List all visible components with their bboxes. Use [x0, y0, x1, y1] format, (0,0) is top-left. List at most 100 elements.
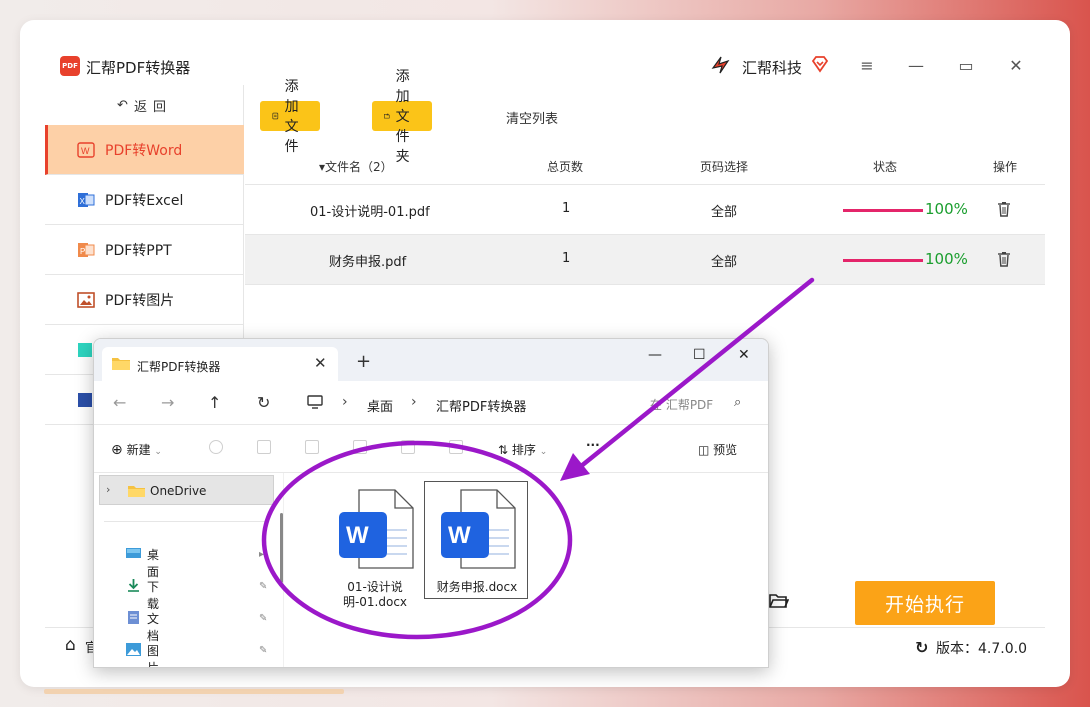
nav-scrollbar[interactable] — [280, 513, 283, 583]
explorer-tab[interactable]: 汇帮PDF转换器 ✕ — [102, 347, 338, 381]
nav-item-onedrive[interactable]: › OneDrive — [99, 475, 274, 505]
svg-text:W: W — [448, 522, 471, 549]
vip-diamond-icon[interactable] — [811, 55, 829, 73]
new-tab-icon[interactable]: + — [356, 351, 371, 372]
clear-list-button[interactable]: 清空列表 — [506, 108, 558, 127]
trash-icon[interactable] — [997, 251, 1011, 267]
copy-icon[interactable] — [257, 440, 271, 454]
breadcrumb-folder[interactable]: 汇帮PDF转换器 — [436, 396, 526, 415]
delete-icon[interactable] — [449, 440, 463, 454]
maximize-icon[interactable]: ▭ — [955, 55, 977, 77]
file-name: 财务申报.docx — [436, 580, 518, 594]
brand-logo-icon — [711, 56, 730, 74]
tab-close-icon[interactable]: ✕ — [314, 354, 327, 372]
start-button[interactable]: 开始执行 — [855, 581, 995, 625]
share-icon[interactable] — [401, 440, 415, 454]
rename-icon[interactable] — [353, 440, 367, 454]
add-file-icon — [272, 112, 279, 120]
folder-icon — [128, 486, 145, 497]
excel-icon: X — [78, 192, 95, 207]
refresh-icon[interactable]: ↻ — [915, 638, 928, 657]
nav-label: OneDrive — [150, 484, 207, 498]
word-document-icon: W — [441, 489, 516, 569]
document-icon — [128, 611, 139, 624]
file-item[interactable]: W 01-设计说明-01.docx — [323, 482, 427, 609]
table-row[interactable]: 01-设计说明-01.pdf 1 全部 100% — [245, 185, 1045, 235]
file-item-selected[interactable]: W 财务申报.docx — [424, 481, 528, 599]
folder-icon — [112, 358, 130, 370]
progress-percent: 100% — [925, 250, 968, 268]
close-icon[interactable]: ✕ — [738, 347, 750, 363]
sidebar-item-pdf-to-ppt[interactable]: P PDF转PPT — [45, 225, 244, 275]
search-icon[interactable]: ⌕ — [734, 395, 741, 410]
word-icon: W — [77, 141, 95, 158]
chevron-right-icon: › — [342, 394, 348, 410]
new-label: 新建 — [126, 443, 151, 457]
row-page-select[interactable]: 全部 — [711, 251, 737, 270]
forward-icon[interactable]: → — [161, 393, 174, 412]
menu-icon[interactable]: ≡ — [856, 55, 878, 77]
row-filename: 01-设计说明-01.pdf — [310, 205, 430, 220]
back-icon[interactable]: ← — [113, 393, 126, 412]
refresh-icon[interactable]: ↻ — [257, 393, 270, 412]
decorative-strip — [44, 689, 344, 694]
trash-icon[interactable] — [997, 201, 1011, 217]
chevron-right-icon: › — [106, 483, 111, 496]
home-icon[interactable]: ⌂ — [65, 635, 76, 655]
header-filename[interactable]: ▾文件名（2） — [319, 158, 393, 175]
search-input[interactable]: 在 汇帮PDF — [650, 396, 713, 413]
sort-label: 排序 — [511, 443, 536, 457]
ppt-icon: P — [78, 242, 95, 257]
more-button[interactable]: ··· — [586, 438, 600, 452]
pin-icon[interactable]: ▸ — [259, 549, 264, 560]
pin-icon[interactable]: ✎ — [259, 581, 267, 592]
version-label: 版本：4.7.0.0 — [936, 641, 1027, 657]
brand-name: 汇帮科技 — [742, 59, 803, 77]
paste-icon[interactable] — [305, 440, 319, 454]
image-icon — [77, 291, 95, 308]
sidebar-item-pdf-to-excel[interactable]: X PDF转Excel — [45, 175, 244, 225]
row-pages: 1 — [562, 201, 571, 216]
breadcrumb-desktop[interactable]: 桌面 — [367, 396, 393, 415]
close-icon[interactable]: ✕ — [1005, 55, 1027, 77]
add-file-button[interactable]: 添加文件 — [260, 79, 320, 155]
row-page-select[interactable]: 全部 — [711, 201, 737, 220]
sort-button[interactable]: ⇅ 排序 ⌄ — [498, 441, 547, 458]
title-bar: PDF 汇帮PDF转换器 汇帮科技 ≡ — ▭ ✕ — [45, 45, 1045, 85]
nav-label: 图片 — [147, 644, 160, 668]
open-folder-icon[interactable] — [769, 592, 789, 610]
maximize-icon[interactable]: ☐ — [693, 347, 706, 363]
nav-label: 桌面 — [147, 548, 160, 579]
back-arrow-icon: ↶ — [117, 97, 128, 113]
minimize-icon[interactable]: — — [648, 347, 662, 363]
progress-bar — [843, 209, 923, 212]
table-header: ▾文件名（2） 总页数 页码选择 状态 操作 — [245, 145, 1045, 185]
add-file-label: 添加文件 — [284, 79, 299, 155]
add-folder-button[interactable]: 添加文件夹 — [372, 69, 432, 165]
sidebar-item-pdf-to-image[interactable]: PDF转图片 — [45, 275, 244, 325]
sidebar-item-pdf-to-word[interactable]: W PDF转Word — [45, 125, 244, 175]
this-pc-icon[interactable] — [307, 395, 323, 409]
row-pages: 1 — [562, 251, 571, 266]
add-circle-icon: ⊕ — [111, 442, 123, 458]
new-button[interactable]: ⊕ 新建 ⌄ — [111, 441, 162, 458]
pin-icon[interactable]: ✎ — [259, 613, 267, 624]
sidebar-item-label: PDF转图片 — [105, 292, 175, 309]
app-logo-icon: PDF — [60, 56, 80, 76]
explorer-tab-title: 汇帮PDF转换器 — [137, 360, 221, 374]
preview-button[interactable]: ◫ 预览 — [698, 441, 737, 458]
explorer-tab-bar: 汇帮PDF转换器 ✕ + — ☐ ✕ — [94, 339, 768, 381]
file-explorer-window: 汇帮PDF转换器 ✕ + — ☐ ✕ ← → ↑ ↻ › 桌面 › 汇帮PDF转… — [93, 338, 769, 668]
header-page-select: 页码选择 — [700, 160, 749, 174]
nav-label: 文档 — [147, 612, 160, 643]
up-icon[interactable]: ↑ — [208, 393, 221, 412]
chevron-down-icon: ⌄ — [539, 447, 548, 457]
back-button[interactable]: ↶ 返回 — [45, 85, 244, 125]
minimize-icon[interactable]: — — [905, 55, 927, 77]
explorer-nav-pane: › OneDrive 桌面 下载 文档 图片 ▸ ✎ ✎ ✎ — [94, 473, 284, 668]
pin-icon[interactable]: ✎ — [259, 645, 267, 656]
table-row[interactable]: 财务申报.pdf 1 全部 100% — [245, 235, 1045, 285]
header-pages: 总页数 — [547, 160, 584, 174]
pictures-icon — [126, 643, 141, 656]
cut-icon[interactable] — [209, 440, 223, 454]
